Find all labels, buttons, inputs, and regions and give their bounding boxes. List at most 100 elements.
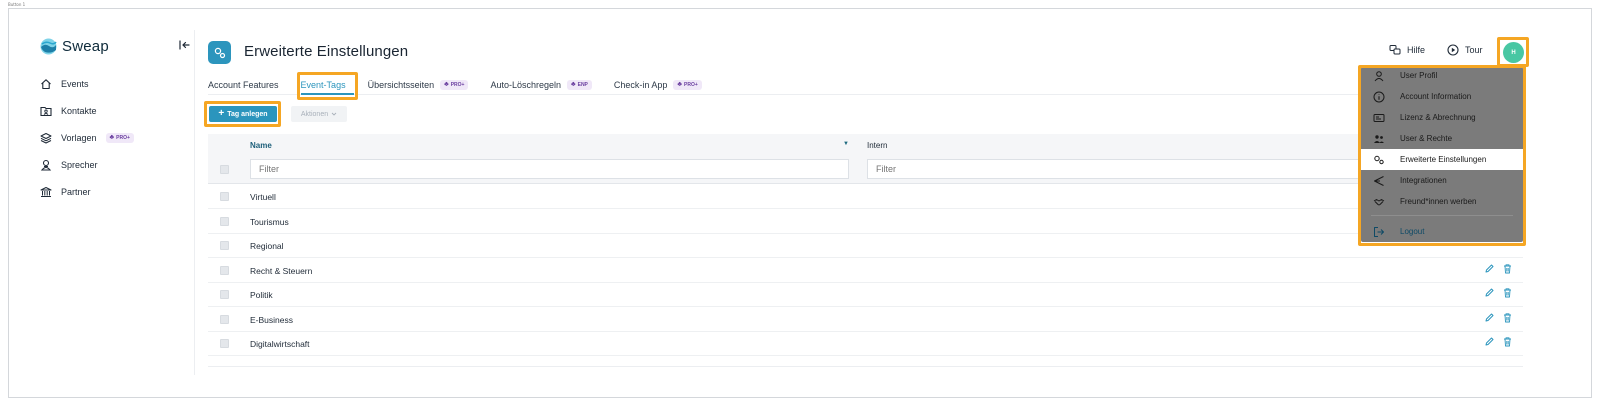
row-checkbox[interactable] [220,241,229,250]
column-header-intern[interactable]: Intern [867,141,887,150]
info-icon [1373,91,1385,102]
menu-item-lizenz[interactable]: Lizenz & Abrechnung [1361,107,1523,128]
add-tag-button[interactable]: + Tag anlegen [209,106,277,122]
edit-pencil-icon[interactable] [1484,312,1495,323]
menu-item-logout[interactable]: Logout [1361,221,1523,242]
tree-icon: ♣ [677,81,683,88]
layers-icon [40,132,52,143]
row-actions [1484,312,1513,323]
tab-account-features[interactable]: Account Features [208,76,279,94]
users-icon [1374,134,1384,143]
contacts-folder-icon [40,106,52,116]
row-checkbox[interactable] [220,315,229,324]
table-row[interactable]: Politik [208,282,1523,307]
enp-badge: ♣ ENP [567,80,592,90]
chevron-down-icon [331,112,337,116]
tab-check-in-app[interactable]: Check-in App ♣ PRO+ [614,76,702,94]
sidebar-item-label: Sprecher [61,159,98,170]
help-chat-icon [1389,45,1401,55]
tree-icon: ♣ [444,81,449,88]
select-all-checkbox[interactable] [220,165,229,174]
tour-label: Tour [1465,45,1483,55]
column-header-name[interactable]: Name [250,141,272,150]
pro-plus-badge: ♣ PRO+ [440,80,469,90]
delete-trash-icon[interactable] [1502,312,1513,323]
tabs-divider [208,94,1523,95]
sidebar-item-events[interactable]: Events [40,70,190,97]
sweap-logo-icon [40,38,57,54]
settings-tabs: Account Features Event-Tags Übersichtsse… [208,76,724,94]
edit-pencil-icon[interactable] [1484,287,1495,298]
delete-trash-icon[interactable] [1502,336,1513,347]
table-row[interactable]: Regional [208,233,1523,258]
sidebar-item-label: Kontakte [61,105,97,116]
menu-item-user-profil[interactable]: User Profil [1361,65,1523,86]
row-checkbox[interactable] [220,192,229,201]
tab-event-tags[interactable]: Event-Tags [301,76,346,94]
table-row[interactable]: Virtuell [208,184,1523,209]
intern-filter-input[interactable] [867,159,1362,179]
trees-icon: ♣ [571,81,576,88]
tag-name: E-Business [250,315,293,325]
edit-pencil-icon[interactable] [1484,263,1495,274]
table-row[interactable]: E-Business [208,307,1523,332]
sidebar-item-sprecher[interactable]: Sprecher [40,151,190,178]
corner-label: Button 1 [8,2,26,7]
sidebar-item-label: Vorlagen [61,132,97,143]
row-actions [1484,287,1513,298]
plus-icon: + [218,108,225,119]
tab-uebersichtsseiten[interactable]: Übersichtsseiten ♣ PRO+ [368,76,469,94]
sort-desc-icon[interactable]: ▼ [843,141,849,147]
row-actions [1484,263,1513,274]
menu-item-account-information[interactable]: Account Information [1361,86,1523,107]
menu-divider [1371,215,1513,216]
table-row[interactable]: Digitalwirtschaft [208,331,1523,356]
app-logo[interactable]: Sweap [40,37,109,55]
menu-item-integrationen[interactable]: Integrationen [1361,170,1523,191]
row-checkbox[interactable] [220,217,229,226]
sidebar-nav: Events Kontakte Vorlagen ♣ PRO+ Sprecher … [40,70,190,205]
sidebar-item-vorlagen[interactable]: Vorlagen ♣ PRO+ [40,124,190,151]
handshake-icon [1373,198,1385,205]
user-icon [1374,70,1384,81]
delete-trash-icon[interactable] [1502,263,1513,274]
menu-item-user-rechte[interactable]: User & Rechte [1361,128,1523,149]
row-checkbox[interactable] [220,266,229,275]
table-row[interactable]: Tourismus [208,209,1523,234]
sidebar-item-partner[interactable]: Partner [40,178,190,205]
speaker-icon [40,159,52,171]
active-tab-indicator [301,93,354,95]
user-avatar[interactable]: H [1503,42,1524,63]
tree-icon: ♣ [109,133,115,141]
tag-name: Digitalwirtschaft [250,339,310,349]
row-checkbox[interactable] [220,290,229,299]
page-title: Erweiterte Einstellungen [244,43,409,60]
edit-pencil-icon[interactable] [1484,336,1495,347]
collapse-left-icon[interactable] [178,39,192,53]
menu-item-erweiterte-einstellungen[interactable]: Erweiterte Einstellungen [1361,149,1523,170]
integration-icon [1374,175,1384,186]
tag-name: Recht & Steuern [250,266,313,276]
tab-auto-loeschregeln[interactable]: Auto-Löschregeln ♣ ENP [490,76,592,94]
help-label: Hilfe [1407,45,1426,55]
delete-trash-icon[interactable] [1502,287,1513,298]
settings-cogs-icon [1374,155,1384,164]
pro-plus-badge: ♣ PRO+ [673,80,702,90]
app-name: Sweap [62,37,109,55]
menu-item-freundinnen-werben[interactable]: Freund*innen werben [1361,191,1523,212]
sidebar-item-label: Events [61,78,89,89]
row-actions [1484,336,1513,347]
home-icon [41,78,51,89]
table-bottom-border [208,366,1523,367]
tag-name: Regional [250,241,284,251]
logout-icon [1374,226,1384,237]
help-button[interactable]: Hilfe [1389,44,1425,56]
tag-name: Virtuell [250,192,276,202]
bank-icon [40,186,52,197]
actions-dropdown-button[interactable]: Aktionen [291,106,347,122]
tour-button[interactable]: Tour [1447,44,1483,56]
name-filter-input[interactable] [250,159,849,179]
table-row[interactable]: Recht & Steuern [208,258,1523,283]
row-checkbox[interactable] [220,339,229,348]
sidebar-item-kontakte[interactable]: Kontakte [40,97,190,124]
